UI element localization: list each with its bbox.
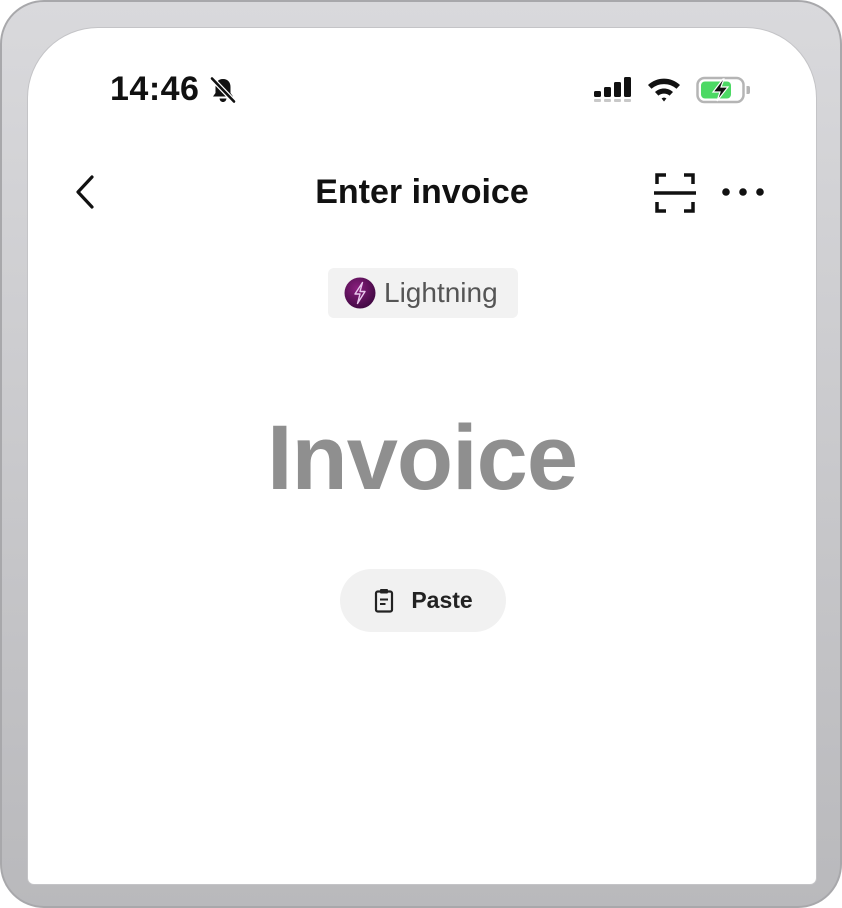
device-frame: 14:46 Enter invoice Lightning Invoice Pa… bbox=[0, 0, 842, 908]
paste-button[interactable]: Paste bbox=[340, 569, 506, 632]
clipboard-icon bbox=[375, 588, 394, 613]
status-time: 14:46 bbox=[110, 70, 200, 108]
scan-icon bbox=[654, 173, 696, 213]
page-title: Enter invoice bbox=[315, 173, 529, 211]
lightning-bolt-icon bbox=[344, 277, 376, 309]
more-horizontal-icon bbox=[722, 188, 764, 196]
battery-charging-icon bbox=[696, 76, 750, 104]
cellular-signal-icon bbox=[594, 77, 631, 102]
status-bar: 14:46 bbox=[28, 28, 816, 148]
invoice-input[interactable]: Invoice bbox=[28, 403, 816, 513]
more-button[interactable] bbox=[720, 182, 766, 202]
nav-bar: Enter invoice bbox=[28, 158, 816, 228]
bell-muted-icon bbox=[209, 76, 237, 104]
scan-button[interactable] bbox=[654, 172, 696, 214]
paste-label: Paste bbox=[411, 587, 473, 613]
app-screen: 14:46 Enter invoice Lightning Invoice Pa… bbox=[28, 28, 816, 884]
network-label: Lightning bbox=[384, 277, 498, 308]
wifi-icon bbox=[648, 78, 680, 102]
network-selector[interactable]: Lightning bbox=[328, 268, 518, 318]
